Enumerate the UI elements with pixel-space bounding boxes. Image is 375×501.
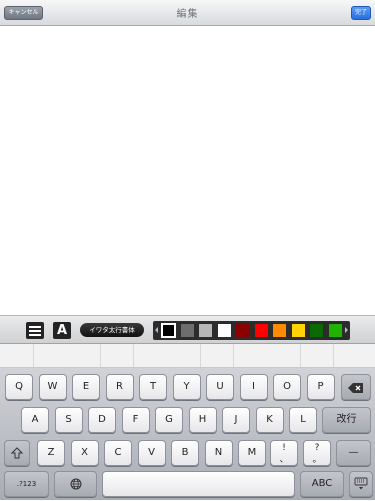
key-d[interactable]: D [88, 407, 116, 433]
candidate-bar [0, 344, 375, 368]
shift-key[interactable] [4, 440, 30, 466]
done-button[interactable]: 完了 [351, 6, 371, 20]
key-t[interactable]: T [139, 374, 167, 400]
color-palette [153, 321, 350, 340]
period-label: 。 [312, 455, 322, 465]
key-j[interactable]: J [222, 407, 250, 433]
space-key[interactable] [102, 471, 295, 497]
color-swatch-black[interactable] [161, 323, 176, 338]
candidate-cell[interactable] [201, 344, 234, 367]
key-i[interactable]: I [239, 374, 268, 400]
key-r[interactable]: R [105, 374, 134, 400]
question-label: ? [314, 443, 320, 453]
navigation-bar: キャンセル 編集 完了 [0, 0, 375, 26]
key-q[interactable]: Q [5, 374, 33, 400]
color-swatch-dark-red[interactable] [236, 324, 249, 337]
exclamation-label: ! [282, 443, 286, 453]
question-key[interactable]: ? 。 [303, 440, 331, 466]
exclamation-key[interactable]: ! 、 [270, 440, 298, 466]
key-y[interactable]: Y [172, 374, 201, 400]
font-style-button[interactable]: A [53, 322, 71, 339]
key-v[interactable]: V [137, 440, 166, 466]
key-f[interactable]: F [121, 407, 150, 433]
key-x[interactable]: X [70, 440, 99, 466]
key-a[interactable]: A [21, 407, 49, 433]
numbers-key[interactable]: .?123 [4, 471, 49, 497]
backspace-key[interactable] [341, 374, 371, 400]
editing-canvas[interactable] [0, 27, 375, 315]
color-swatch-white[interactable] [217, 324, 231, 337]
key-z[interactable]: Z [37, 440, 65, 466]
candidate-cell[interactable] [101, 344, 134, 367]
key-s[interactable]: S [54, 407, 83, 433]
key-h[interactable]: H [188, 407, 217, 433]
shift-icon [10, 447, 24, 459]
color-swatch-dark-gray[interactable] [180, 324, 194, 337]
edit-toolbar: A イワタ太行書体 [0, 315, 375, 344]
backspace-icon [348, 383, 363, 393]
key-w[interactable]: W [38, 374, 67, 400]
return-key[interactable]: 改行 [322, 407, 371, 433]
key-l[interactable]: L [289, 407, 317, 433]
globe-icon [70, 478, 81, 490]
font-name-button[interactable]: イワタ太行書体 [80, 323, 144, 337]
keyboard: 改行 ! 、 ? 。 — .?123 ABC QWERTYUIOP ASDFGHJ… [0, 368, 375, 500]
key-c[interactable]: C [104, 440, 132, 466]
globe-key[interactable] [54, 471, 97, 497]
color-swatch-orange[interactable] [273, 324, 286, 337]
color-swatch-green[interactable] [328, 324, 342, 337]
candidate-cell[interactable] [0, 344, 34, 367]
color-swatch-dark-green[interactable] [310, 324, 323, 337]
candidate-cell[interactable] [234, 344, 301, 367]
comma-label: 、 [279, 455, 289, 465]
list-icon[interactable] [26, 322, 44, 339]
color-swatch-light-gray[interactable] [199, 324, 212, 337]
dash-key[interactable]: — [336, 440, 371, 466]
key-m[interactable]: M [238, 440, 266, 466]
key-k[interactable]: K [255, 407, 284, 433]
color-swatch-yellow[interactable] [291, 324, 305, 337]
abc-key[interactable]: ABC [300, 471, 344, 497]
hide-keyboard-key[interactable] [349, 471, 373, 497]
palette-scroll-right-icon[interactable] [345, 327, 348, 333]
candidate-cell[interactable] [34, 344, 101, 367]
key-p[interactable]: P [306, 374, 335, 400]
key-e[interactable]: E [72, 374, 100, 400]
candidate-cell[interactable] [301, 344, 334, 367]
page-title: 編集 [176, 9, 199, 20]
key-n[interactable]: N [204, 440, 233, 466]
key-g[interactable]: G [155, 407, 183, 433]
key-o[interactable]: O [273, 374, 301, 400]
palette-scroll-left-icon[interactable] [155, 327, 158, 333]
key-b[interactable]: B [171, 440, 199, 466]
key-u[interactable]: U [206, 374, 234, 400]
candidate-cell[interactable] [134, 344, 201, 367]
keyboard-hide-icon [354, 477, 368, 490]
color-swatch-red[interactable] [254, 324, 268, 337]
